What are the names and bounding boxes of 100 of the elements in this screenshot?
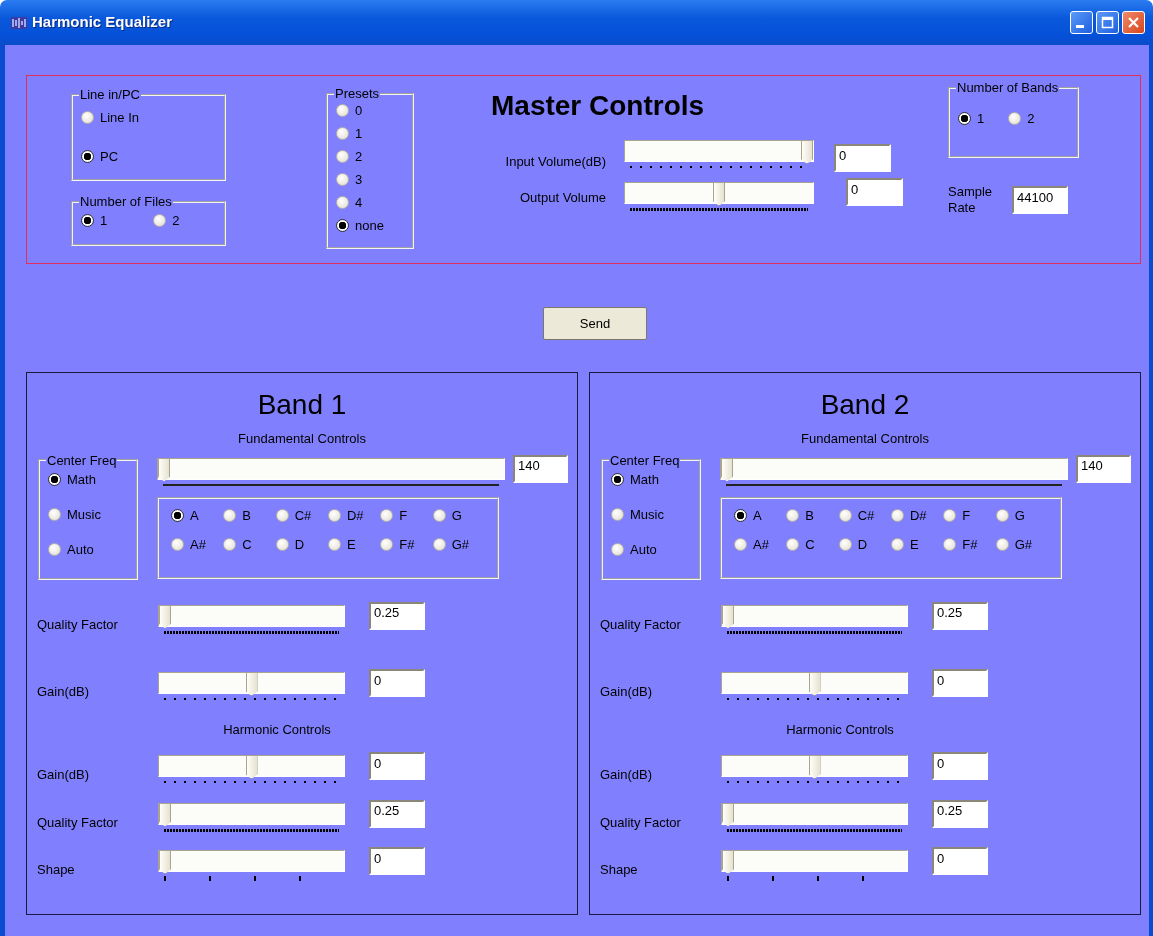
radio-button[interactable]: PC xyxy=(81,150,216,163)
radio-button[interactable]: Music xyxy=(48,507,128,521)
radio-button[interactable]: D xyxy=(838,537,891,551)
slider[interactable] xyxy=(158,672,345,694)
value-field[interactable]: 0 xyxy=(932,752,988,780)
radio-button[interactable]: 0 xyxy=(336,104,404,117)
slider-thumb[interactable] xyxy=(159,802,171,827)
radio-button[interactable]: Auto xyxy=(611,542,691,556)
slider[interactable] xyxy=(721,850,908,872)
value-field[interactable]: 0.25 xyxy=(369,799,425,828)
slider[interactable] xyxy=(720,457,1068,480)
slider-label: Gain(dB) xyxy=(36,766,91,784)
slider[interactable] xyxy=(158,604,345,627)
radio-button[interactable]: A xyxy=(171,508,224,522)
section-heading: Harmonic Controls xyxy=(785,720,895,739)
radio-button[interactable]: A xyxy=(734,508,787,522)
slider-thumb[interactable] xyxy=(722,604,734,629)
radio-button[interactable]: F xyxy=(380,508,433,522)
slider-thumb[interactable] xyxy=(721,457,733,482)
value-field[interactable]: 0 xyxy=(369,847,425,875)
slider[interactable] xyxy=(721,672,908,694)
slider[interactable] xyxy=(721,802,908,825)
radio-button[interactable]: D xyxy=(275,537,328,551)
slider-thumb[interactable] xyxy=(808,672,821,696)
value-field[interactable]: 0 xyxy=(932,847,988,875)
group-label: Line in/PC xyxy=(79,88,141,101)
radio-button[interactable]: Line In xyxy=(81,111,216,124)
slider-thumb[interactable] xyxy=(159,850,171,874)
radio-button[interactable]: Auto xyxy=(48,542,128,556)
radio-button[interactable]: E xyxy=(328,537,381,551)
group-label: Presets xyxy=(334,87,381,100)
radio-button[interactable]: B xyxy=(223,508,276,522)
radio-button[interactable]: Math xyxy=(611,472,691,486)
slider[interactable] xyxy=(624,140,814,162)
radio-button[interactable]: 1 xyxy=(958,112,985,125)
slider-thumb[interactable] xyxy=(159,604,171,629)
send-button[interactable]: Send xyxy=(543,307,647,340)
section-heading: Harmonic Controls xyxy=(222,720,332,739)
radio-button[interactable]: E xyxy=(891,537,944,551)
radio-button[interactable]: 1 xyxy=(336,127,404,140)
minimize-button[interactable] xyxy=(1070,11,1093,34)
radio-button[interactable]: A# xyxy=(171,537,224,551)
slider[interactable] xyxy=(721,755,908,777)
slider-thumb[interactable] xyxy=(245,672,258,696)
radio-button[interactable]: C# xyxy=(838,508,891,522)
panel-title: Master Controls xyxy=(491,92,706,120)
radio-button[interactable]: G# xyxy=(432,537,485,551)
radio-button[interactable]: F# xyxy=(943,537,996,551)
radio-button[interactable]: C xyxy=(223,537,276,551)
radio-button[interactable]: G# xyxy=(995,537,1048,551)
value-field[interactable]: 0 xyxy=(932,669,988,697)
minimize-icon xyxy=(1076,25,1084,28)
radio-button[interactable]: 4 xyxy=(336,196,404,209)
value-field[interactable]: 140 xyxy=(513,454,568,483)
radio-button[interactable]: B xyxy=(786,508,839,522)
slider[interactable] xyxy=(624,182,814,204)
radio-button[interactable]: F xyxy=(943,508,996,522)
slider-thumb[interactable] xyxy=(713,182,725,206)
slider-label: Gain(dB) xyxy=(36,683,91,701)
radio-button[interactable]: G xyxy=(432,508,485,522)
value-field[interactable]: 0 xyxy=(846,178,903,206)
slider[interactable] xyxy=(158,755,345,777)
slider-label: Quality Factor xyxy=(36,813,119,832)
radio-button[interactable]: C xyxy=(786,537,839,551)
maximize-button[interactable] xyxy=(1096,11,1119,34)
radio-button[interactable]: Music xyxy=(611,507,691,521)
radio-button[interactable]: A# xyxy=(734,537,787,551)
radio-button[interactable]: C# xyxy=(275,508,328,522)
slider-thumb[interactable] xyxy=(722,850,734,874)
slider-thumb[interactable] xyxy=(801,140,813,164)
radio-button[interactable]: F# xyxy=(380,537,433,551)
value-field[interactable]: 0 xyxy=(369,752,425,780)
radio-button[interactable]: 1 xyxy=(81,214,108,227)
value-field[interactable]: 0 xyxy=(834,144,891,172)
close-icon xyxy=(1127,16,1140,29)
value-field[interactable]: 140 xyxy=(1076,454,1131,483)
close-button[interactable] xyxy=(1122,11,1145,34)
radio-button[interactable]: none xyxy=(336,219,404,232)
section-heading: Fundamental Controls xyxy=(237,430,367,448)
slider-thumb[interactable] xyxy=(808,755,821,779)
slider[interactable] xyxy=(157,457,505,480)
slider[interactable] xyxy=(721,604,908,627)
radio-button[interactable]: G xyxy=(995,508,1048,522)
slider-thumb[interactable] xyxy=(245,755,258,779)
maximize-icon xyxy=(1101,16,1114,29)
slider-thumb[interactable] xyxy=(158,457,170,482)
value-field[interactable]: 0.25 xyxy=(932,601,988,630)
slider[interactable] xyxy=(158,802,345,825)
slider-thumb[interactable] xyxy=(722,802,734,827)
value-field[interactable]: 0.25 xyxy=(932,799,988,828)
value-field[interactable]: 44100 xyxy=(1012,186,1068,215)
slider-label: Gain(dB) xyxy=(599,683,654,701)
radio-button[interactable]: 2 xyxy=(336,150,404,163)
radio-button[interactable]: 3 xyxy=(336,173,404,186)
radio-button[interactable]: D# xyxy=(328,508,381,522)
radio-button[interactable]: D# xyxy=(891,508,944,522)
slider[interactable] xyxy=(158,850,345,872)
value-field[interactable]: 0.25 xyxy=(369,601,425,630)
value-field[interactable]: 0 xyxy=(369,669,425,697)
radio-button[interactable]: Math xyxy=(48,472,128,486)
